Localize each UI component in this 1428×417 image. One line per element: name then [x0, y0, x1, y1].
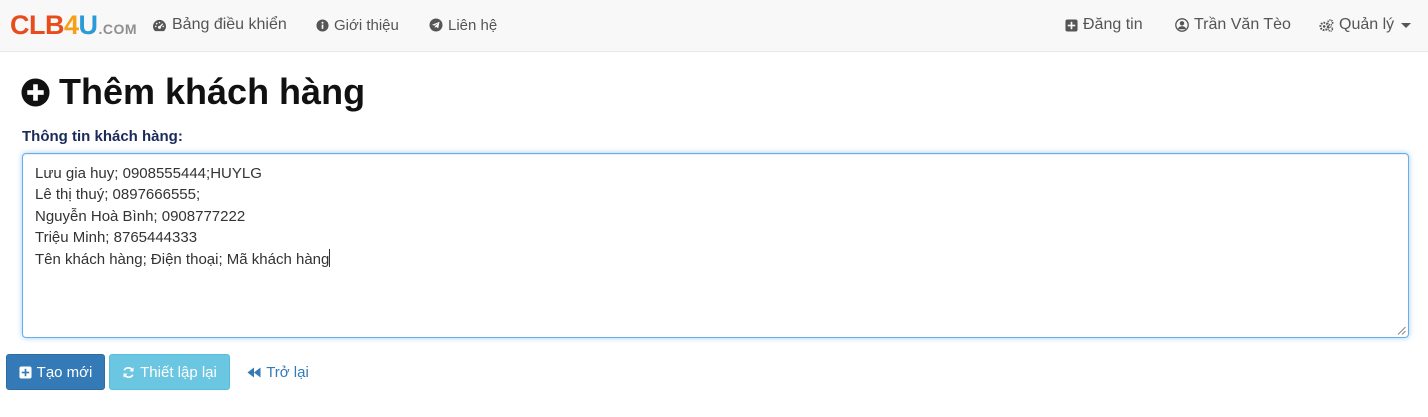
brand-name: CLB4U	[10, 10, 98, 40]
back-link[interactable]: Trở lại	[240, 354, 316, 390]
user-circle-icon	[1175, 18, 1189, 32]
gears-icon	[1319, 18, 1334, 32]
back-link-label: Trở lại	[266, 363, 309, 381]
refresh-icon	[123, 366, 134, 378]
nav-manage-dropdown[interactable]: Quản lý	[1319, 0, 1412, 50]
top-navbar: CLB4U .COM Bảng điều khiển Giới thiệu Liê…	[0, 0, 1428, 52]
plus-square-icon	[1065, 18, 1078, 32]
reset-button-label: Thiết lập lại	[140, 363, 217, 381]
page-title: Thêm khách hàng	[21, 70, 365, 114]
nav-post-label: Đăng tin	[1083, 16, 1143, 33]
customer-info-textarea[interactable]: Lưu gia huy; 0908555444;HUYLG Lê thị thu…	[22, 153, 1409, 338]
textarea-line: Lê thị thuý; 0897666555;	[35, 186, 201, 204]
nav-manage-label: Quản lý	[1339, 16, 1395, 33]
nav-post[interactable]: Đăng tin	[1065, 0, 1143, 50]
plus-circle-icon	[21, 77, 50, 107]
reset-button[interactable]: Thiết lập lại	[109, 354, 230, 390]
textarea-line-last: Tên khách hàng; Điện thoại; Mã khách hàn…	[35, 248, 1396, 270]
plus-square-icon	[19, 365, 32, 379]
resize-handle-icon[interactable]	[1397, 326, 1406, 335]
page-title-text: Thêm khách hàng	[59, 71, 366, 112]
nav-contact[interactable]: Liên hệ	[429, 0, 497, 50]
backward-icon	[247, 367, 261, 377]
nav-about[interactable]: Giới thiệu	[316, 0, 399, 50]
textarea-line: Lưu gia huy; 0908555444;HUYLG	[35, 165, 262, 182]
info-circle-icon	[316, 18, 329, 32]
telegram-icon	[429, 18, 443, 32]
nav-about-label: Giới thiệu	[334, 16, 399, 34]
brand-part-u: U	[78, 10, 99, 40]
create-button[interactable]: Tạo mới	[6, 354, 105, 390]
customer-info-label: Thông tin khách hàng:	[22, 128, 183, 145]
nav-user-label: Trần Văn Tèo	[1194, 16, 1291, 33]
nav-contact-label: Liên hệ	[448, 16, 498, 34]
brand-suffix: .COM	[98, 21, 138, 37]
text-cursor	[329, 248, 331, 267]
brand-logo[interactable]: CLB4U .COM	[10, 10, 137, 40]
nav-dashboard-label: Bảng điều khiển	[172, 16, 287, 33]
textarea-line-text: Tên khách hàng; Điện thoại; Mã khách hàn…	[35, 250, 330, 268]
textarea-line: Triệu Minh; 8765444333	[35, 229, 198, 247]
textarea-line: Nguyễn Hoà Bình; 0908777222	[35, 207, 246, 225]
brand-part-clb: CLB	[10, 10, 65, 40]
nav-dashboard[interactable]: Bảng điều khiển	[152, 0, 287, 50]
brand-part-4: 4	[64, 10, 79, 40]
dashboard-icon	[153, 19, 166, 31]
nav-user[interactable]: Trần Văn Tèo	[1175, 0, 1291, 50]
caret-down-icon	[1401, 22, 1412, 28]
create-button-label: Tạo mới	[36, 363, 93, 381]
